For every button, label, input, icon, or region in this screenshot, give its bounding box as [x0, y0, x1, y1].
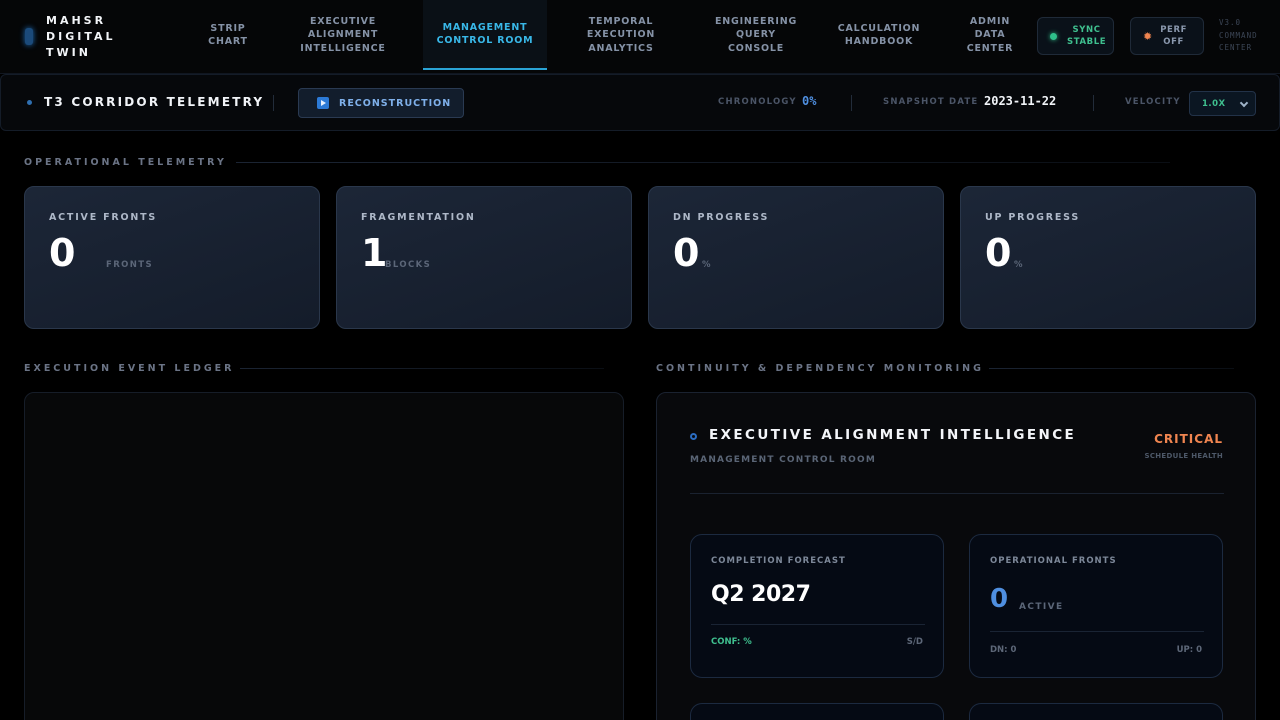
play-icon	[317, 97, 329, 109]
operational-telemetry-heading: OPERATIONAL TELEMETRY	[24, 157, 227, 168]
status-dot-icon	[27, 100, 32, 105]
perf-toggle-button[interactable]: ✹ PERF OFF	[1130, 17, 1204, 55]
stat-card-active-fronts: ACTIVE FRONTS 0 FRONTS	[24, 186, 320, 329]
stat-card-up-progress: UP PROGRESS 0 %	[960, 186, 1256, 329]
brand-name: MAHSR DIGITAL TWIN	[46, 14, 116, 59]
continuity-panel: EXECUTIVE ALIGNMENT INTELLIGENCE MANAGEM…	[656, 392, 1256, 720]
header-divider	[1093, 95, 1094, 111]
nav-strip-chart[interactable]: STRIP CHART	[193, 0, 263, 70]
chevron-down-icon	[1239, 98, 1249, 108]
dn-count: DN: 0	[990, 645, 1017, 655]
stat-unit: FRONTS	[106, 260, 154, 270]
velocity-select[interactable]: 1.0X	[1189, 91, 1256, 116]
stat-unit: %	[702, 260, 712, 270]
card-divider	[711, 624, 925, 625]
chronology-value: 0%	[802, 94, 817, 108]
execution-event-ledger-panel	[24, 392, 624, 720]
stat-label: UP PROGRESS	[985, 212, 1080, 223]
stat-card-dn-progress: DN PROGRESS 0 %	[648, 186, 944, 329]
section-divider	[236, 162, 1170, 163]
reconstruction-label: RECONSTRUCTION	[339, 97, 452, 109]
operational-fronts-value: 0	[990, 584, 1008, 614]
card-label: COMPLETION FORECAST	[711, 556, 846, 566]
stat-value: 0	[673, 231, 700, 275]
schedule-health-value: CRITICAL	[1154, 432, 1223, 446]
operational-fronts-card: OPERATIONAL FRONTS 0 ACTIVE DN: 0 UP: 0	[969, 534, 1223, 678]
card-divider	[990, 631, 1204, 632]
stat-label: DN PROGRESS	[673, 212, 770, 223]
nav-executive-alignment[interactable]: EXECUTIVE ALIGNMENT INTELLIGENCE	[293, 0, 393, 70]
header-divider	[273, 95, 274, 111]
velocity-value: 1.0X	[1202, 98, 1226, 109]
metric-card	[969, 703, 1223, 720]
version-label: V3.0 COMMAND CENTER	[1219, 18, 1258, 52]
section-divider	[240, 368, 604, 369]
perf-status-label: PERF OFF	[1160, 25, 1188, 47]
panel-divider	[690, 493, 1224, 494]
fronts-unit: ACTIVE	[1019, 602, 1064, 612]
top-navigation: MAHSR DIGITAL TWIN STRIP CHART EXECUTIVE…	[0, 0, 1280, 74]
metric-card	[690, 703, 944, 720]
telemetry-header-bar: T3 CORRIDOR TELEMETRY RECONSTRUCTION CHR…	[0, 74, 1280, 131]
chronology-label: CHRONOLOGY	[718, 97, 797, 107]
corridor-title: T3 CORRIDOR TELEMETRY	[44, 95, 265, 109]
nav-temporal-execution[interactable]: TEMPORAL EXECUTION ANALYTICS	[571, 0, 671, 70]
sync-status-label: SYNC STABLE	[1067, 25, 1107, 47]
continuity-monitoring-heading: CONTINUITY & DEPENDENCY MONITORING	[656, 363, 984, 374]
panel-subtitle: MANAGEMENT CONTROL ROOM	[690, 455, 877, 465]
stat-unit: %	[1014, 260, 1024, 270]
card-label: OPERATIONAL FRONTS	[990, 556, 1117, 566]
up-count: UP: 0	[1176, 645, 1202, 655]
stat-label: FRAGMENTATION	[361, 212, 476, 223]
panel-title: EXECUTIVE ALIGNMENT INTELLIGENCE	[709, 427, 1077, 443]
nav-engineering-query[interactable]: ENGINEERING QUERY CONSOLE	[706, 0, 806, 70]
reconstruction-button[interactable]: RECONSTRUCTION	[298, 88, 464, 118]
stat-value: 1	[361, 231, 388, 275]
completion-forecast-card: COMPLETION FORECAST Q2 2027 CONF: % S/D	[690, 534, 944, 678]
section-divider	[989, 368, 1234, 369]
stat-label: ACTIVE FRONTS	[49, 212, 158, 223]
nav-calculation-handbook[interactable]: CALCULATION HANDBOOK	[832, 0, 926, 70]
execution-ledger-heading: EXECUTION EVENT LEDGER	[24, 363, 235, 374]
stat-value: 0	[985, 231, 1012, 275]
sd-label: S/D	[906, 637, 923, 647]
completion-forecast-value: Q2 2027	[711, 582, 811, 607]
nav-management-control-room[interactable]: MANAGEMENT CONTROL ROOM	[423, 0, 547, 70]
sync-indicator-icon	[1050, 32, 1057, 40]
confidence-label: CONF: %	[711, 637, 752, 647]
stat-card-fragmentation: FRAGMENTATION 1 BLOCKS	[336, 186, 632, 329]
target-icon	[690, 433, 697, 440]
nav-admin-data-center[interactable]: ADMIN DATA CENTER	[955, 0, 1025, 70]
snapshot-date-label: SNAPSHOT DATE	[883, 97, 979, 107]
perf-sun-icon: ✹	[1143, 29, 1153, 43]
sync-status-button[interactable]: SYNC STABLE	[1037, 17, 1114, 55]
schedule-health-label: SCHEDULE HEALTH	[1144, 452, 1223, 460]
header-divider	[851, 95, 852, 111]
stat-unit: BLOCKS	[385, 260, 432, 270]
stat-value: 0	[49, 231, 76, 275]
velocity-label: VELOCITY	[1125, 97, 1181, 107]
snapshot-date-value: 2023-11-22	[984, 94, 1057, 108]
brand-logo-icon	[25, 28, 33, 45]
